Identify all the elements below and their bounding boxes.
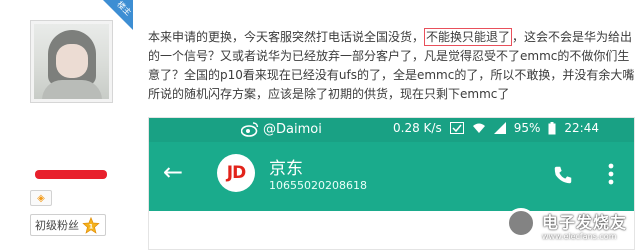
phone-status-bar: @Daimoi 0.28 K/s 95% 22:44 — [149, 118, 634, 142]
network-speed: 0.28 K/s — [393, 121, 442, 135]
gamepad-icon[interactable]: ◈ — [30, 190, 52, 206]
user-level-label: 初级粉丝 — [35, 219, 79, 232]
avatar-image — [34, 24, 109, 99]
back-arrow-icon[interactable]: ← — [163, 160, 183, 184]
post-line-3: 意了？全国的p10看来现在已经没有ufs的了，全是emmc的了，所以不敢换，并没… — [148, 68, 635, 82]
post-line-2: 的一个信号？又或者说华为已经放弃一部分客户了，凡是觉得忍受不了emmc的不做你们… — [148, 49, 630, 63]
message-app-bar: ← JD 京东 10655020208618 — [149, 142, 634, 211]
status-time: 22:44 — [564, 121, 599, 135]
level-star-icon: 1 — [82, 217, 100, 234]
more-options-icon[interactable] — [608, 162, 614, 186]
post-body: 本来申请的更换，今天客服突然打电话说全国没货， 不能换只能退了 ，这会不会是华为给出… — [148, 28, 636, 104]
status-handle: @Daimoi — [263, 121, 322, 137]
avatar[interactable] — [30, 20, 113, 103]
watermark-url: www.elecfans.com — [542, 232, 617, 241]
op-tag-label: 楼主 — [115, 0, 133, 18]
username-redacted-bar — [35, 170, 107, 179]
post-line-1: 本来申请的更换，今天客服突然打电话说全国没货， 不能换只能退了 ，这会不会是华为给出 — [148, 28, 633, 46]
wifi-icon — [472, 123, 485, 133]
highlighted-phrase: 不能换只能退了 — [424, 28, 513, 46]
signal-icon — [493, 122, 506, 134]
weibo-icon — [241, 122, 259, 137]
contact-avatar-jd-logo: JD — [217, 154, 255, 192]
level-number: 1 — [89, 223, 93, 231]
contact-number: 10655020208618 — [269, 179, 367, 192]
watermark-logo-icon — [506, 208, 536, 238]
watermark-text: 电子发烧友 — [542, 213, 628, 232]
battery-level: 95% — [513, 121, 541, 135]
post-line-4: 所说的随机闪存方案，应该是除了初期的供货，现在只剩下emmc了 — [148, 87, 510, 101]
site-watermark: 电子发烧友 www.elecfans.com — [504, 205, 634, 249]
user-level-badge[interactable]: 初级粉丝 1 — [30, 214, 106, 236]
battery-icon — [548, 121, 556, 134]
contact-name: 京东 — [269, 159, 303, 179]
phone-call-icon[interactable] — [552, 164, 574, 186]
user-sidebar: 楼主 ◈ 初级粉丝 1 — [0, 0, 133, 250]
sim-check-icon — [449, 122, 464, 134]
